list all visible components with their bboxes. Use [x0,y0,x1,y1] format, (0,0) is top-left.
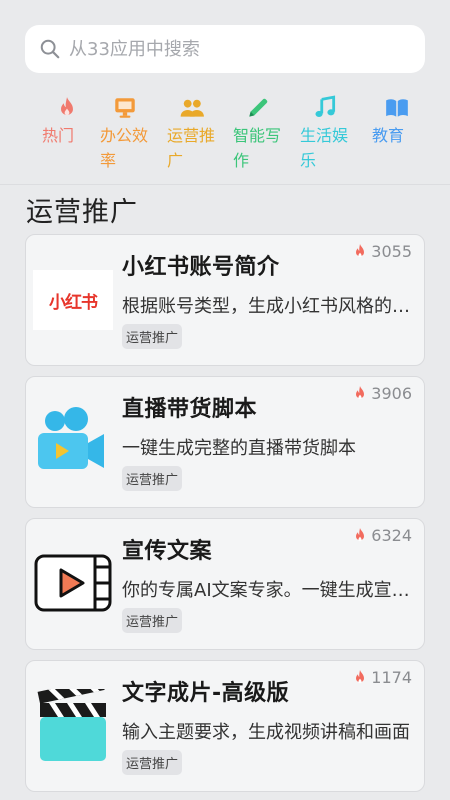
category-tag: 运营推广 [122,750,183,775]
section-title: 运营推广 [26,197,138,228]
clapperboard-icon [37,689,106,761]
category-hot[interactable]: 热门 [34,95,100,148]
monitor-icon [115,98,135,118]
app-card-text-to-video[interactable]: 文字成片-高级版 输入主题要求，生成视频讲稿和画面 运营推广 1174 [25,660,425,792]
fire-icon [61,97,73,116]
card-description: 一键生成完整的直播带货脚本 [122,438,356,459]
play-video-icon [34,554,112,612]
popularity-count: 3055 [371,242,412,261]
popularity-count: 6324 [371,526,412,545]
category-tag: 运营推广 [122,466,183,491]
category-education[interactable]: 教育 [364,95,430,148]
popularity-badge: 3055 [352,242,412,261]
book-icon [386,99,408,117]
fire-icon [356,243,365,257]
popularity-badge: 3906 [352,384,412,403]
category-tag: 运营推广 [122,324,183,349]
xiaohongshu-logo: 小红书 [33,270,113,330]
category-label: 办公效率 [100,126,149,170]
popularity-badge: 6324 [352,526,412,545]
search-input[interactable] [69,38,399,60]
category-label: 热门 [42,126,75,145]
search-icon [40,39,60,59]
card-title: 小红书账号简介 [122,255,280,280]
category-label: 智能写作 [233,126,282,170]
category-tag: 运营推广 [122,608,183,633]
popularity-count: 3906 [371,384,412,403]
users-icon [180,99,204,117]
category-office[interactable]: 办公效率 [92,95,158,173]
app-card-promo-copy[interactable]: 宣传文案 你的专属AI文案专家。一键生成宣传文案 运营推广 6324 [25,518,425,650]
category-label: 运营推广 [167,126,216,170]
category-writing[interactable]: 智能写作 [225,95,291,173]
card-description: 你的专属AI文案专家。一键生成宣传文案 [122,580,412,601]
category-lifestyle[interactable]: 生活娱乐 [292,95,358,173]
category-label: 教育 [372,126,405,145]
app-card-xiaohongshu[interactable]: 小红书 小红书账号简介 根据账号类型，生成小红书风格的账号简介 运营推广 305… [25,234,425,366]
logo-text: 小红书 [49,292,98,313]
fire-icon [356,669,365,683]
card-title: 文字成片-高级版 [122,681,290,706]
card-title: 宣传文案 [122,539,213,564]
category-bar: 热门 办公效率 运营推广 智能写作 生活娱乐 教育 [34,95,426,173]
category-label: 生活娱乐 [300,126,349,170]
music-icon [315,95,336,117]
top-panel: 热门 办公效率 运营推广 [0,0,450,185]
video-camera-icon [38,407,104,469]
popularity-badge: 1174 [352,668,412,687]
search-bar[interactable] [25,25,425,73]
card-description: 输入主题要求，生成视频讲稿和画面 [122,722,410,743]
card-description: 根据账号类型，生成小红书风格的账号简介 [122,296,412,317]
popularity-count: 1174 [371,668,412,687]
card-title: 直播带货脚本 [122,397,258,422]
category-marketing[interactable]: 运营推广 [159,95,225,173]
fire-icon [356,385,365,399]
fire-icon [356,527,365,541]
app-card-live-script[interactable]: 直播带货脚本 一键生成完整的直播带货脚本 运营推广 3906 [25,376,425,508]
pencil-icon [249,98,268,117]
